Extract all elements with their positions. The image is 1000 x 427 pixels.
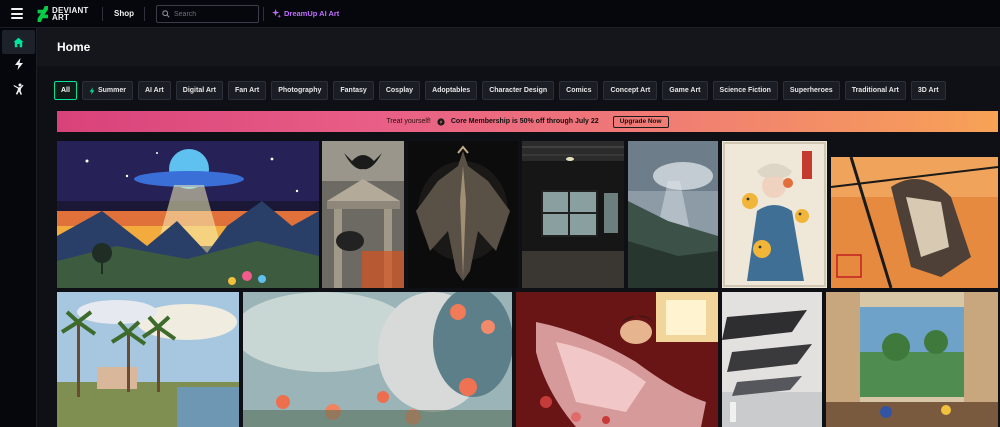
chip-label: Science Fiction [719,87,771,94]
chip-cosplay[interactable]: Cosplay [378,81,421,100]
logo-wordmark: DEVIANT ART [52,7,89,22]
promo-banner: Treat yourself! Core Membership is 50% o… [57,111,998,132]
chip-label: Fantasy [340,87,367,94]
search-input[interactable] [174,10,254,18]
chip-label: 3D Art [917,87,939,94]
orange-creature-sketch-image [831,157,998,288]
gallery-item-vulture-temple[interactable] [322,141,404,288]
chip-game-art[interactable]: Game Art [662,81,708,100]
chip-label: Comics [566,87,592,94]
chip-label: Adoptables [432,87,471,94]
hamburger-icon[interactable] [11,8,23,19]
logo-text-art: ART [52,13,70,22]
promo-offer-text: Core Membership is 50% off through July … [450,118,599,125]
chip-photography[interactable]: Photography [271,81,329,100]
chip-label: Cosplay [385,87,414,94]
search-icon [162,10,170,18]
garden-window-image [826,292,998,427]
flower-face-image [243,292,512,427]
kimono-girl-fish-image [722,141,827,288]
gallery-item-misty-valley[interactable] [628,141,718,288]
gallery-item-ufo-landscape[interactable] [57,141,319,288]
category-filter-bar: All Summer AI Art Digital Art Fan Art Ph… [54,81,946,100]
deviantart-logo[interactable]: DEVIANT ART [37,6,89,22]
ufo-landscape-image [57,141,319,288]
lightning-icon [14,58,23,70]
left-sidebar [0,28,37,427]
core-membership-icon [437,117,445,126]
chip-3d-art[interactable]: 3D Art [910,81,946,100]
top-navigation-bar: DEVIANT ART Shop DreamUp AI Art [0,0,1000,28]
sidebar-item-popular[interactable] [2,52,35,76]
chip-superheroes[interactable]: Superheroes [782,81,840,100]
chip-label: Summer [97,87,126,94]
sidebar-item-home[interactable] [2,30,35,54]
home-icon [13,37,24,47]
misty-valley-image [628,141,718,288]
deviantart-logo-mark-icon [37,6,48,22]
reclining-kimono-woman-image [516,292,718,427]
dancer-icon [13,83,24,95]
page-header [37,28,1000,66]
chip-concept-art[interactable]: Concept Art [603,81,658,100]
topbar-divider [263,7,264,21]
shop-link[interactable]: Shop [114,9,134,18]
chip-all[interactable]: All [54,81,77,100]
industrial-hall-image [522,141,624,288]
search-box[interactable] [156,5,259,23]
chip-adoptables[interactable]: Adoptables [425,81,478,100]
chip-label: Character Design [489,87,548,94]
vulture-temple-image [322,141,404,288]
chip-fan-art[interactable]: Fan Art [227,81,267,100]
gallery-item-kimono-girl-fish[interactable] [722,141,827,288]
page-title: Home [57,40,91,54]
dark-bat-creature-image [408,141,518,288]
chip-fantasy[interactable]: Fantasy [333,81,374,100]
chip-science-fiction[interactable]: Science Fiction [712,81,778,100]
sparkle-icon [272,9,281,18]
chip-label: AI Art [144,87,164,94]
gallery-item-orange-creature-sketch[interactable] [831,157,998,288]
chip-ai-art[interactable]: AI Art [137,81,171,100]
gallery-item-flower-face[interactable] [243,292,512,427]
chip-label: Game Art [669,87,701,94]
lightning-icon [89,86,95,95]
dreamup-label: DreamUp AI Art [284,9,340,18]
chip-label: Fan Art [234,87,260,94]
gallery-item-reclining-kimono-woman[interactable] [516,292,718,427]
gallery-item-palm-trees[interactable] [57,292,239,427]
gallery-item-surreal-shapes[interactable] [722,292,822,427]
chip-label: Traditional Art [851,87,899,94]
chip-label: Digital Art [182,87,216,94]
palm-trees-image [57,292,239,427]
chip-label: All [61,87,70,94]
sidebar-item-watch[interactable] [2,77,35,101]
gallery-item-industrial-hall[interactable] [522,141,624,288]
chip-traditional-art[interactable]: Traditional Art [844,81,906,100]
chip-comics[interactable]: Comics [559,81,599,100]
promo-lead-text: Treat yourself! [386,118,431,125]
dreamup-ai-art-link[interactable]: DreamUp AI Art [272,9,339,18]
gallery-item-garden-window[interactable] [826,292,998,427]
chip-character-design[interactable]: Character Design [482,81,555,100]
surreal-shapes-image [722,292,822,427]
topbar-divider [144,7,145,21]
chip-label: Superheroes [789,87,833,94]
chip-label: Photography [278,87,322,94]
gallery-item-dark-bat-creature[interactable] [408,141,518,288]
chip-label: Concept Art [610,87,651,94]
upgrade-now-button[interactable]: Upgrade Now [612,115,669,128]
chip-summer[interactable]: Summer [81,81,133,100]
chip-digital-art[interactable]: Digital Art [175,81,223,100]
topbar-divider [102,7,103,21]
